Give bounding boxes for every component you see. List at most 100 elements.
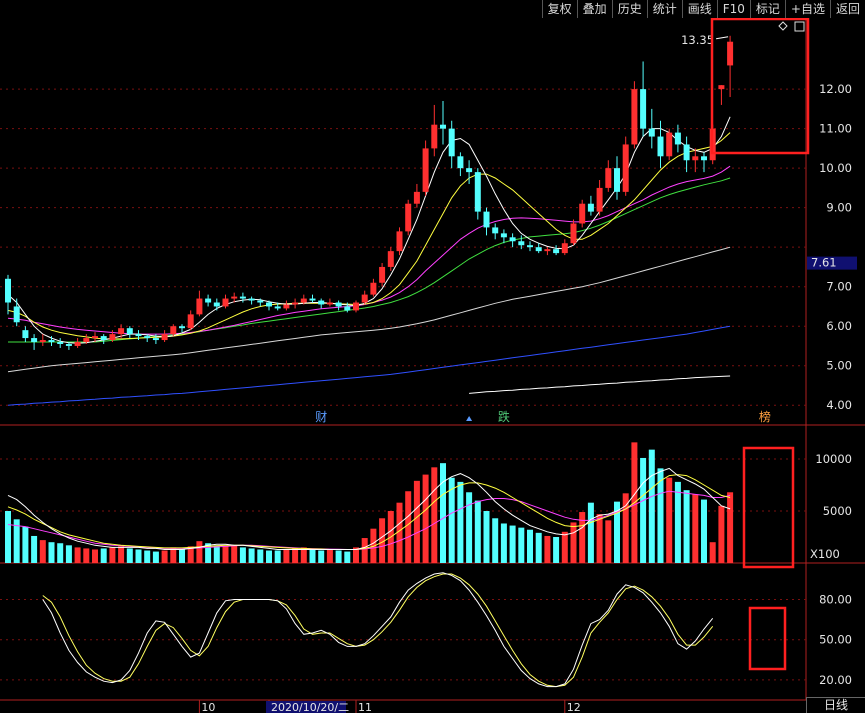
- candle-body: [13, 306, 20, 323]
- volume-bar: [500, 523, 507, 563]
- candle-body: [31, 338, 38, 343]
- kdj-tick-label: 20.00: [819, 673, 852, 687]
- toolbar-button-3[interactable]: 统计: [646, 0, 682, 18]
- candle-body: [492, 227, 499, 234]
- volume-bar: [309, 549, 316, 563]
- volume-bar: [248, 548, 255, 563]
- candle-body: [518, 241, 525, 246]
- candle-body: [500, 233, 507, 238]
- volume-bar: [666, 477, 673, 563]
- toolbar-button-2[interactable]: 历史: [611, 0, 647, 18]
- candle-body: [605, 168, 612, 188]
- candle-body: [474, 172, 481, 212]
- volume-bar: [179, 549, 185, 563]
- volume-bar: [109, 547, 116, 563]
- high-arrow: [716, 36, 729, 40]
- volume-bar: [474, 500, 481, 563]
- candle-body: [683, 144, 690, 161]
- volume-bar: [527, 529, 533, 563]
- volume-bar: [509, 525, 516, 563]
- price-tick-label: 7.00: [826, 280, 852, 294]
- candle-body: [622, 144, 629, 192]
- price-tick-label: 5.00: [826, 359, 852, 373]
- toolbar-button-4[interactable]: 画线: [681, 0, 717, 18]
- volume-bar: [74, 547, 81, 563]
- volume-bar: [65, 545, 72, 563]
- candle-body: [657, 136, 664, 157]
- period-tab[interactable]: 日线: [806, 697, 865, 713]
- annotation-box-kdj: [748, 606, 787, 671]
- toolbar-button-6[interactable]: 标记: [749, 0, 785, 18]
- price-tick-label: 9.00: [826, 201, 852, 215]
- volume-bar: [605, 520, 612, 563]
- candle-body: [614, 168, 620, 192]
- volume-bar: [213, 545, 220, 563]
- volume-bar: [31, 535, 38, 563]
- toolbar-button-7[interactable]: +自选: [784, 0, 830, 18]
- volume-bar: [5, 511, 11, 563]
- diamond-icon: [778, 21, 788, 31]
- candle-body: [570, 223, 577, 244]
- candle-body: [222, 298, 229, 307]
- event-marker-1: 跌: [498, 409, 510, 424]
- volume-bar: [518, 527, 525, 563]
- volume-bar: [57, 543, 64, 563]
- volume-bar: [709, 542, 716, 563]
- event-marker-0: 财: [315, 410, 327, 424]
- kdj-line-k: [42, 572, 714, 688]
- candle-body: [631, 89, 638, 145]
- candle-body: [344, 306, 351, 311]
- volume-ma-yellow: [7, 474, 731, 550]
- volume-bar: [274, 550, 281, 563]
- window-icon: [794, 21, 805, 32]
- toolbar-button-0[interactable]: 复权: [541, 0, 577, 18]
- candle-body: [92, 336, 98, 339]
- candle-body: [48, 340, 55, 343]
- candle-body: [596, 187, 603, 212]
- volume-bar: [135, 549, 142, 563]
- candle-body: [22, 330, 29, 339]
- candle-body: [300, 298, 307, 303]
- candle-body: [370, 282, 377, 295]
- candle-body: [292, 302, 299, 305]
- volume-bar: [640, 457, 647, 563]
- price-tick-label: 10.00: [819, 161, 852, 175]
- volume-bar: [118, 546, 125, 563]
- date-label-0: 10: [201, 701, 215, 713]
- candle-body: [248, 298, 255, 301]
- candle-body: [718, 85, 725, 90]
- toolbar-button-5[interactable]: F10: [716, 0, 750, 18]
- volume-bar: [161, 550, 168, 563]
- candle-body: [231, 296, 238, 299]
- candle-body: [544, 249, 551, 252]
- volume-bar: [48, 542, 55, 563]
- volume-bar: [22, 526, 29, 563]
- price-tick-label: 6.00: [826, 319, 852, 333]
- candle-body: [535, 247, 542, 252]
- volume-bar: [587, 502, 594, 563]
- volume-bar: [283, 549, 290, 563]
- volume-bar: [344, 551, 351, 563]
- annotation-box-volume: [742, 446, 795, 569]
- volume-bar: [431, 467, 438, 563]
- volume-bar: [318, 550, 325, 563]
- candle-body: [5, 278, 11, 303]
- candle-body: [118, 328, 125, 335]
- volume-bar: [361, 538, 368, 563]
- volume-bar: [405, 491, 412, 563]
- ma5-line: [7, 116, 731, 344]
- candle-body: [422, 148, 429, 192]
- toolbar-button-8[interactable]: 返回: [829, 0, 865, 18]
- candle-body: [692, 156, 699, 161]
- candle-body: [379, 266, 386, 283]
- toolbar-button-1[interactable]: 叠加: [576, 0, 612, 18]
- candle-body: [239, 296, 246, 299]
- volume-bar: [83, 548, 90, 563]
- volume-bar: [701, 499, 707, 563]
- candle-body: [457, 156, 464, 169]
- candle-body: [431, 124, 438, 149]
- candle-body: [466, 168, 473, 173]
- volume-bar: [692, 494, 699, 563]
- candle-body: [361, 294, 368, 303]
- volume-bar: [553, 537, 560, 563]
